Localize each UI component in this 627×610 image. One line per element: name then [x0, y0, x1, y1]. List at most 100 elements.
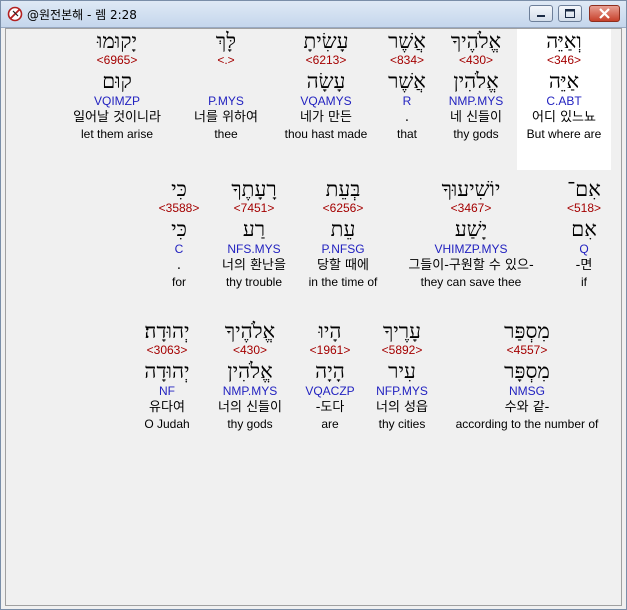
hebrew-lemma: אֱלֹהִין	[227, 359, 273, 383]
korean-gloss: -도다	[315, 400, 345, 415]
hebrew-lemma: אַיֵּה	[548, 69, 580, 93]
morphology-code: C	[174, 242, 184, 256]
hebrew-lemma: יְהוּדָה	[144, 359, 190, 383]
english-gloss: in the time of	[308, 275, 378, 289]
strong-number[interactable]: <.>	[181, 53, 271, 68]
english-gloss: that	[396, 127, 417, 141]
morphology-code: VQACZP	[305, 384, 355, 398]
korean-gloss: 너의 성읍	[376, 400, 428, 415]
hebrew-word: אִם־	[567, 177, 601, 201]
word-cell[interactable]: אֱלֹהֶיךָ <430> אֱלֹהִין NMP.MYS 너의 신들이 …	[205, 319, 295, 432]
morphology-code: P.MYS	[208, 94, 244, 108]
korean-gloss: 유다여	[149, 400, 185, 415]
english-gloss: they can save thee	[420, 275, 522, 289]
korean-gloss: 너의 신들이	[218, 400, 282, 415]
hebrew-word: עָרֶיךָ	[382, 319, 422, 343]
strong-number[interactable]: <4557>	[447, 343, 607, 358]
strong-number[interactable]: <430>	[205, 343, 295, 358]
korean-gloss: 어디 있느뇨	[532, 110, 596, 125]
strong-number[interactable]: <6256>	[300, 201, 386, 216]
morphology-code: R	[402, 94, 412, 108]
word-cell[interactable]: רָעָתֶךָ <7451> רַע NFS.MYS 너의 환난을 thy t…	[212, 177, 296, 290]
hebrew-lemma: הָיָה	[315, 359, 345, 383]
strong-number[interactable]: <3588>	[154, 201, 204, 216]
morphology-code: Q	[579, 242, 589, 256]
english-gloss: But where are	[526, 127, 602, 141]
interlinear-view[interactable]: וְאַיֵּה <346> אַיֵּה C.ABT 어디 있느뇨 But w…	[5, 28, 622, 606]
strong-number[interactable]: <7451>	[212, 201, 296, 216]
title-bar[interactable]: @원전본해 - 렘 2:28	[1, 1, 626, 28]
hebrew-lemma: אִם	[571, 217, 597, 241]
english-gloss: thy cities	[378, 417, 426, 431]
word-cell[interactable]: מִסְפַּר <4557> מִסְפָּר NMSG 수와 같- acco…	[447, 319, 607, 432]
strong-number[interactable]: <3467>	[388, 201, 554, 216]
strong-number[interactable]: <6965>	[60, 53, 174, 68]
minimize-button[interactable]	[529, 5, 553, 22]
strong-number[interactable]: <518>	[555, 201, 613, 216]
morphology-code: NF	[159, 384, 175, 398]
word-cell[interactable]: עָרֶיךָ <5892> עִיר NFP.MYS 너의 성읍 thy ci…	[366, 319, 438, 432]
word-cell[interactable]: כִּי <3588> כִּי C . for	[154, 177, 204, 290]
word-cell[interactable]: יוֹשִׁיעוּךָ <3467> יָשַׁע VHIMZP.MYS 그들…	[388, 177, 554, 290]
app-window: @원전본해 - 렘 2:28 וְאַיֵּה <346> אַיֵּה C.A…	[0, 0, 627, 610]
strong-number[interactable]: <346>	[517, 53, 611, 68]
hebrew-word: וְאַיֵּה	[546, 29, 582, 53]
hebrew-word: יְהוּדָה׃	[144, 319, 190, 343]
hebrew-lemma: אֱלֹהִין	[453, 69, 499, 93]
word-cell[interactable]: עָשִׂיתָ <6213> עָשָׂה VQAMYS 네가 만든 thou…	[277, 29, 375, 142]
window-title: @원전본해 - 렘 2:28	[27, 8, 137, 22]
word-cell[interactable]: וְאַיֵּה <346> אַיֵּה C.ABT 어디 있느뇨 But w…	[517, 29, 611, 170]
korean-gloss: 그들이-구원할 수 있으-	[408, 258, 534, 273]
morphology-code: NMSG	[509, 384, 545, 398]
hebrew-word: אֲשֶׁר	[388, 29, 426, 53]
korean-gloss: 네 신들이	[450, 110, 502, 125]
word-cell[interactable]: אֱלֹהֶיךָ <430> אֱלֹהִין NMP.MYS 네 신들이 t…	[431, 29, 521, 142]
hebrew-lemma: כִּי	[171, 217, 187, 241]
app-logo-icon	[7, 6, 23, 22]
maximize-icon	[565, 9, 575, 18]
word-cell[interactable]: בְּעֵת <6256> עֵת P.NFSG 당할 때에 in the ti…	[300, 177, 386, 290]
strong-number[interactable]: <3063>	[132, 343, 202, 358]
hebrew-lemma: מִסְפָּר	[504, 359, 550, 383]
korean-gloss: 수와 같-	[504, 400, 550, 415]
korean-gloss: -면	[575, 258, 593, 273]
morphology-code: NMP.MYS	[448, 94, 504, 108]
hebrew-word: רָעָתֶךָ	[231, 177, 277, 201]
english-gloss: O Judah	[144, 417, 190, 431]
word-cell[interactable]: אֲשֶׁר <834> אֲשֶׁר R . that	[377, 29, 437, 142]
close-icon	[599, 8, 610, 19]
korean-gloss: 당할 때에	[317, 258, 369, 273]
korean-gloss: 너를 위하여	[194, 110, 258, 125]
word-cell[interactable]: לָּךְ <.> P.MYS 너를 위하여 thee	[181, 29, 271, 142]
hebrew-word: עָשִׂיתָ	[303, 29, 349, 53]
hebrew-word: אֱלֹהֶיךָ	[450, 29, 502, 53]
english-gloss: are	[321, 417, 339, 431]
maximize-button[interactable]	[558, 5, 582, 22]
english-gloss: let them arise	[80, 127, 154, 141]
korean-gloss: .	[404, 110, 410, 125]
hebrew-word: הָיוּ	[318, 319, 342, 343]
word-cell[interactable]: הָיוּ <1961> הָיָה VQACZP -도다 are	[299, 319, 361, 432]
hebrew-lemma: עָשָׂה	[306, 69, 346, 93]
strong-number[interactable]: <430>	[431, 53, 521, 68]
hebrew-word: לָּךְ	[215, 29, 237, 53]
word-cell[interactable]: יָקוּמוּ <6965> קוּם VQIMZP 일어날 것이니라 let…	[60, 29, 174, 142]
english-gloss: if	[581, 275, 587, 289]
strong-number[interactable]: <6213>	[277, 53, 375, 68]
word-cell[interactable]: אִם־ <518> אִם Q -면 if	[555, 177, 613, 290]
hebrew-word: מִסְפַּר	[504, 319, 550, 343]
hebrew-word: אֱלֹהֶיךָ	[224, 319, 276, 343]
english-gloss: for	[171, 275, 186, 289]
hebrew-lemma: יָשַׁע	[454, 217, 488, 241]
strong-number[interactable]: <1961>	[299, 343, 361, 358]
korean-gloss: 네가 만든	[300, 110, 352, 125]
hebrew-lemma: רַע	[242, 217, 266, 241]
word-cell[interactable]: יְהוּדָה׃ <3063> יְהוּדָה NF 유다여 O Judah	[132, 319, 202, 432]
strong-number[interactable]: <834>	[377, 53, 437, 68]
english-gloss: thou hast made	[284, 127, 368, 141]
english-gloss: according to the number of	[455, 417, 599, 431]
strong-number[interactable]: <5892>	[366, 343, 438, 358]
morphology-code: P.NFSG	[321, 242, 365, 256]
hebrew-word: יָקוּמוּ	[97, 29, 137, 53]
close-button[interactable]	[589, 5, 620, 22]
